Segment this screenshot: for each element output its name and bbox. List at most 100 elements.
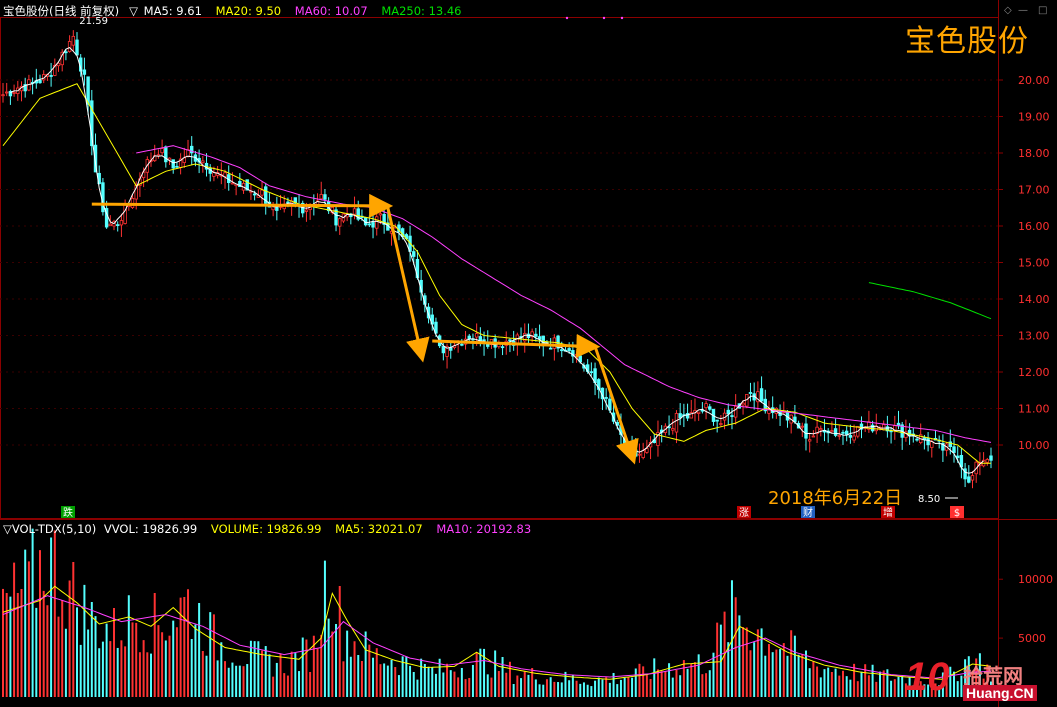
- ma-line-ma250: [868, 282, 992, 320]
- trend-arrow: [593, 345, 639, 465]
- candle-body: [252, 193, 257, 196]
- candle-body: [500, 346, 505, 349]
- candle-body: [807, 439, 812, 442]
- volume-tick-label: 10000: [1018, 573, 1053, 586]
- candle-body: [726, 409, 730, 415]
- candle-body: [67, 41, 72, 52]
- candle-body: [286, 201, 290, 204]
- stock-title-overlay: 宝色股份: [905, 24, 1029, 59]
- grid-layer: ◇ — □: [0, 0, 1057, 707]
- candle-body: [881, 424, 886, 431]
- candle-body: [733, 405, 738, 418]
- price-tick-label: 19.00: [1018, 111, 1050, 124]
- candle-body: [989, 455, 993, 461]
- candle-body: [119, 220, 124, 226]
- candle-body: [75, 39, 79, 56]
- candle-body: [116, 224, 120, 227]
- axis-layer: 20.00 19.00 18.00 17.00 16.00 15.00 14.00 13.00…: [998, 74, 1053, 645]
- candle-body: [123, 203, 127, 224]
- candle-body: [49, 75, 53, 77]
- candle-body: [730, 415, 734, 417]
- diamond-icon: ◇: [1004, 5, 1012, 16]
- candle-body: [64, 51, 68, 54]
- candle-body: [5, 91, 9, 94]
- candle-body: [926, 438, 930, 446]
- candle-body: [748, 392, 753, 394]
- marker-dot: [565, 16, 569, 20]
- candle-body: [12, 91, 16, 94]
- candle-body: [671, 428, 675, 431]
- candle-body: [811, 435, 816, 438]
- candle-body: [848, 434, 853, 438]
- price-tick-label: 13.00: [1018, 330, 1050, 343]
- toggle-icon[interactable]: ▽: [129, 4, 138, 18]
- candle-body: [967, 476, 971, 483]
- vol-indicator-label[interactable]: ▽VOL-TDX(5,10): [3, 522, 96, 536]
- chart-canvas: ◇ — □ 20.00 19.00 18.00 17.00 16.00 15.00 14.00 1…: [0, 0, 1057, 707]
- candle-body: [841, 431, 845, 434]
- site-logo: 10 拾荒网 Huang.CN: [905, 655, 1055, 705]
- candle-body: [589, 371, 594, 374]
- candle-body: [852, 435, 856, 441]
- candle-body: [82, 69, 87, 75]
- event-badge: $: [950, 506, 964, 519]
- candle-body: [352, 208, 357, 215]
- candle-body: [708, 406, 712, 410]
- candle-body: [304, 209, 309, 212]
- candle-body: [460, 343, 464, 346]
- event-badge-text: 涨: [739, 507, 749, 519]
- candle-body: [552, 337, 557, 349]
- logo-url: Huang.CN: [963, 685, 1037, 701]
- minus-icon: —: [1018, 5, 1028, 16]
- vvol-label: VVOL: 19826.99: [103, 522, 198, 536]
- event-badge-text: 跌: [63, 506, 73, 519]
- marker-dot: [620, 16, 624, 20]
- candle-body: [548, 347, 553, 350]
- candle-body: [160, 148, 164, 154]
- price-frame: [0, 17, 999, 519]
- volume-legend: ▽VOL-TDX(5,10) VVOL: 19826.99 VOLUME: 19…: [3, 522, 541, 536]
- low-price-marker: 8.50: [918, 494, 940, 505]
- price-tick-label: 10.00: [1018, 439, 1050, 452]
- candle-body: [164, 146, 168, 163]
- candle-body: [474, 333, 479, 338]
- trend-arrow: [91, 193, 394, 218]
- candle-body: [230, 182, 235, 185]
- candle-body: [378, 213, 383, 216]
- ma-line-ma5: [10, 47, 984, 474]
- candle-body: [71, 35, 76, 46]
- overlay-layer: 21.598.50跌涨财增 $: [61, 16, 964, 519]
- candle-body: [371, 222, 375, 228]
- event-badge: 涨: [737, 506, 751, 519]
- candle-body: [719, 423, 723, 425]
- candle-body: [715, 419, 719, 422]
- candle-body: [1, 94, 5, 97]
- ma250-label: MA250: 13.46: [381, 4, 462, 18]
- candle-body: [441, 346, 446, 354]
- candle-body: [323, 194, 327, 200]
- date-annotation: 2018年6月22日: [768, 488, 903, 509]
- candle-body: [108, 223, 113, 227]
- candle-body: [704, 403, 708, 409]
- candle-body: [645, 448, 649, 453]
- volume-label: VOLUME: 19826.99: [210, 522, 322, 536]
- candle-body: [844, 430, 849, 435]
- candle-body: [604, 397, 608, 399]
- event-badge-text: $: [954, 508, 960, 519]
- candle-body: [955, 455, 960, 458]
- candle-body: [804, 423, 808, 439]
- candle-body: [375, 216, 379, 229]
- candle-body: [201, 160, 205, 164]
- stock-name-label[interactable]: 宝色股份(日线 前复权): [3, 4, 119, 18]
- price-tick-label: 14.00: [1018, 293, 1050, 306]
- ma20-label: MA20: 9.50: [215, 4, 282, 18]
- candle-body: [534, 333, 538, 337]
- price-legend: 宝色股份(日线 前复权) ▽ MA5: 9.61 MA20: 9.50 MA60:…: [3, 3, 472, 19]
- price-tick-label: 16.00: [1018, 220, 1050, 233]
- logo-number: 10: [905, 655, 950, 699]
- price-tick-label: 20.00: [1018, 74, 1050, 87]
- vol-ma5-label: MA5: 32021.07: [335, 522, 423, 536]
- candle-body: [260, 189, 264, 196]
- candle-body: [334, 209, 338, 226]
- vol-ma10-label: MA10: 20192.83: [436, 522, 532, 536]
